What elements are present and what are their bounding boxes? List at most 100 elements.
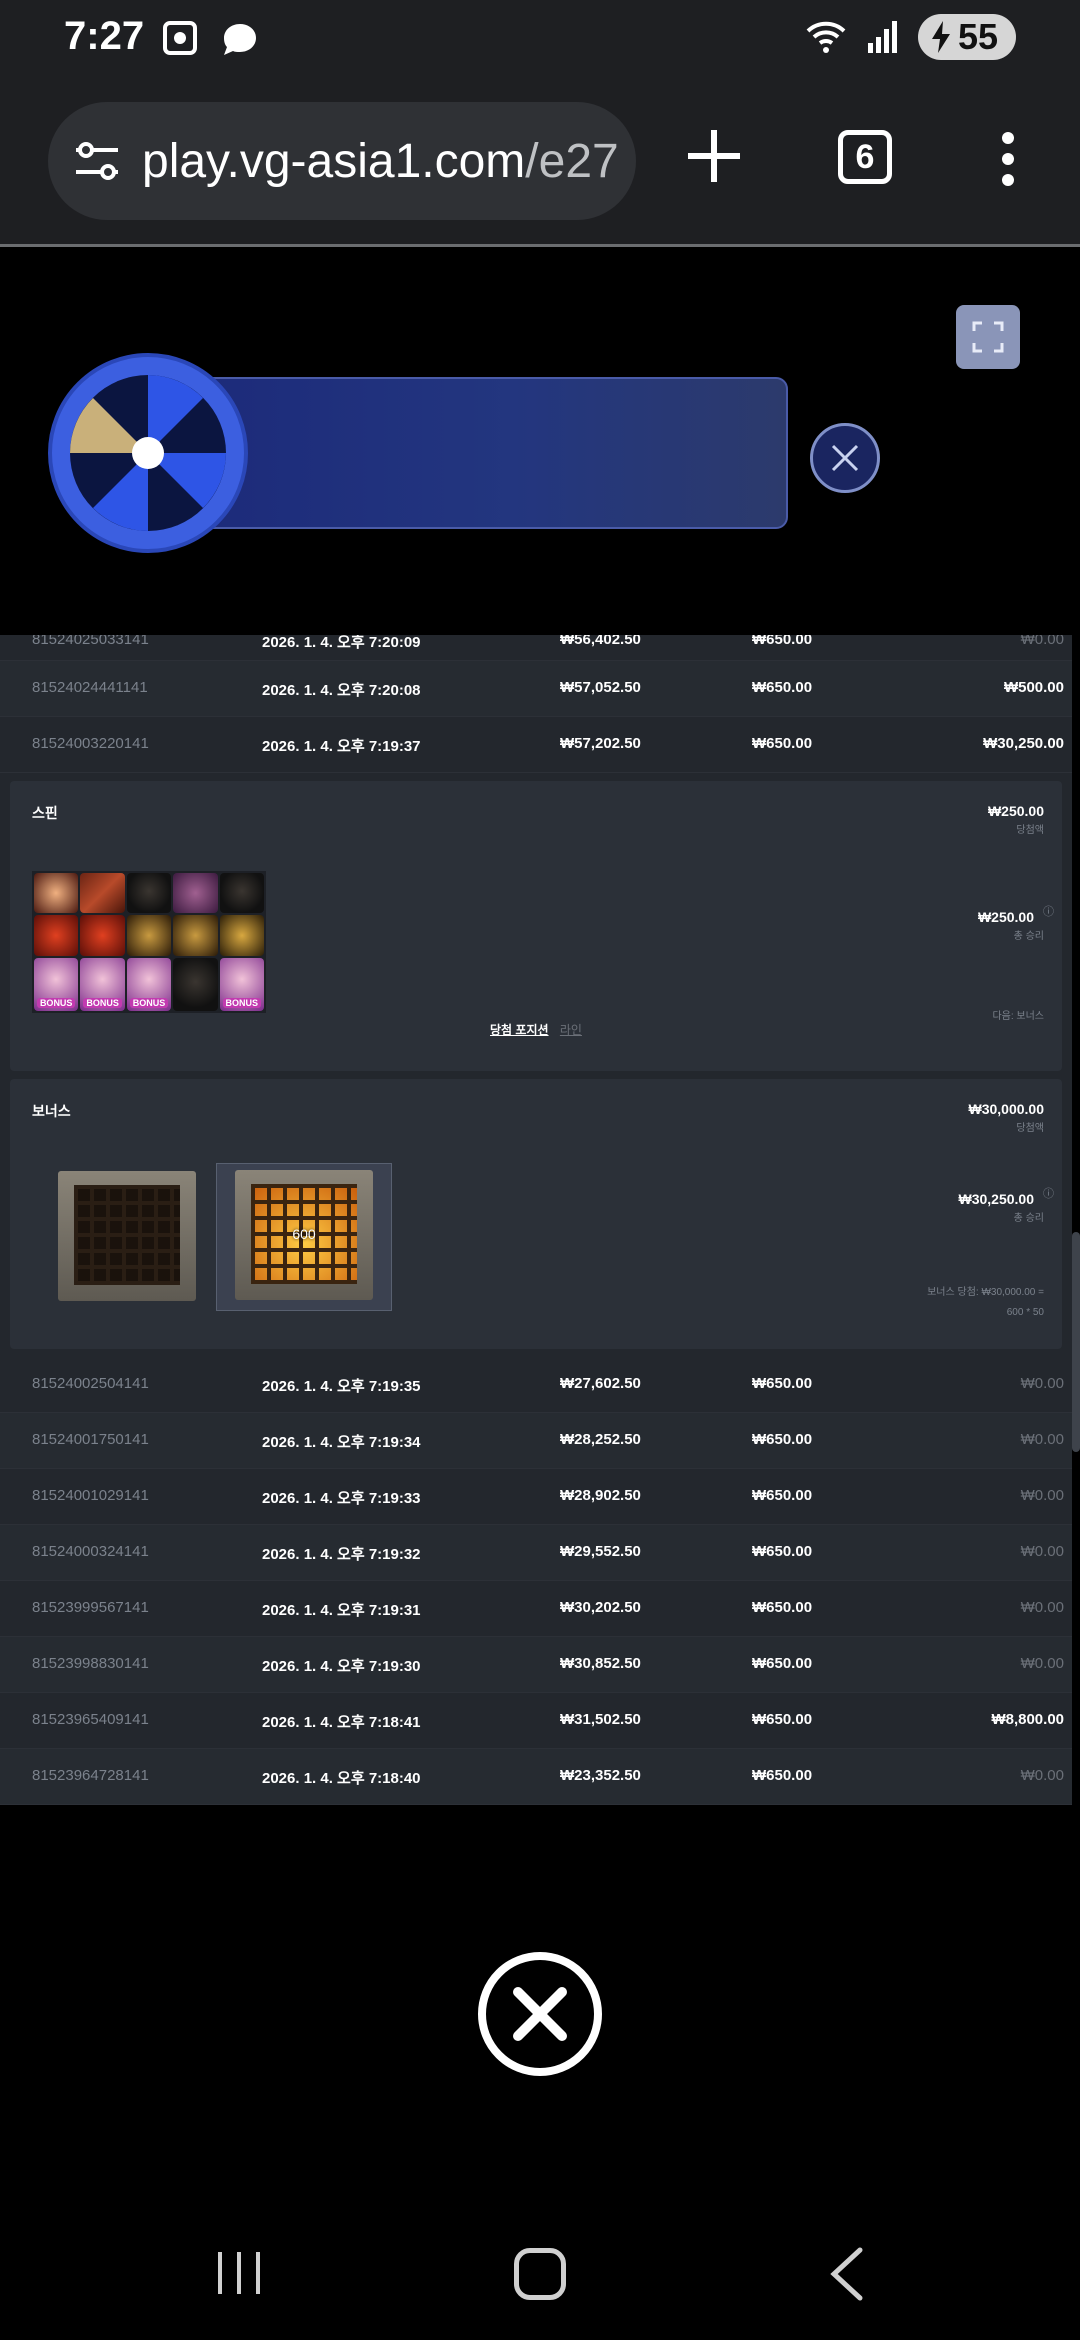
game-banner	[0, 247, 1080, 635]
more-menu-button[interactable]	[996, 132, 1020, 192]
round-bet: ₩650.00	[752, 1431, 813, 1448]
bonus-symbol-icon: BONUS	[219, 957, 264, 1011]
cat-symbol-icon	[126, 873, 172, 914]
bonus-door-selected: 600	[216, 1163, 392, 1311]
bonus-formula: 보너스 당첨: ₩30,000.00 = 600 * 50	[927, 1287, 1044, 1318]
table-row[interactable]: 81523998830141 2026. 1. 4. 오후 7:19:30 ₩30,…	[0, 1637, 1072, 1693]
table-row[interactable]: 81524002504141 2026. 1. 4. 오후 7:19:35 ₩27,…	[0, 1357, 1072, 1413]
bonus-symbol-icon: BONUS	[126, 957, 172, 1011]
home-icon[interactable]	[514, 2248, 566, 2300]
table-row[interactable]: 81524024441141 2026. 1. 4. 오후 7:20:08 ₩57,…	[0, 661, 1072, 717]
battery-charging-icon	[931, 21, 950, 53]
bonus-total-label: 총 승리	[1013, 1213, 1044, 1224]
round-bet: ₩650.00	[752, 635, 813, 648]
expand-icon[interactable]	[956, 305, 1020, 369]
screenshot-icon	[163, 21, 197, 55]
lines-link[interactable]: 라인	[560, 1023, 582, 1037]
back-icon[interactable]	[826, 2246, 866, 2302]
round-win: ₩0.00	[1020, 1599, 1064, 1616]
url-text: play.vg-asia1.com/e27	[142, 134, 619, 188]
scrollbar[interactable]	[1072, 1232, 1080, 1452]
spin-payout-label: 당첨액	[1016, 825, 1044, 836]
queen-symbol-icon	[34, 873, 79, 914]
table-row[interactable]: 81523964728141 2026. 1. 4. 오후 7:18:40 ₩23,…	[0, 1749, 1072, 1805]
bonus-payout: ₩30,000.00	[968, 1101, 1045, 1117]
round-date: 2026. 1. 4. 오후 7:20:08	[262, 682, 421, 699]
mask-symbol-icon	[34, 915, 79, 956]
recent-apps-icon[interactable]	[214, 2248, 264, 2298]
round-date: 2026. 1. 4. 오후 7:19:34	[262, 1434, 421, 1451]
round-id: 81524002504141	[32, 1375, 149, 1392]
round-date: 2026. 1. 4. 오후 7:20:09	[262, 635, 421, 651]
bonus-symbol-icon: BONUS	[80, 957, 125, 1011]
close-icon[interactable]	[476, 1950, 604, 2078]
table-row[interactable]: 81524001029141 2026. 1. 4. 오후 7:19:33 ₩28,…	[0, 1469, 1072, 1525]
bonus-label: BONUS	[83, 998, 122, 1008]
bonus-symbol-icon: BONUS	[34, 957, 79, 1011]
round-id: 81524003220141	[32, 735, 149, 752]
round-id: 81524025033141	[32, 635, 149, 648]
spin-title: 스핀	[32, 805, 58, 821]
new-tab-button[interactable]	[684, 126, 744, 186]
bonus-detail-panel: 보너스 ₩30,000.00 당첨액 ₩30,250.00 ⓘ 총 승리 600…	[10, 1079, 1062, 1349]
status-bar: 7:27 55	[0, 0, 1080, 80]
chat-icon	[224, 24, 256, 55]
round-id: 81524001029141	[32, 1487, 149, 1504]
cat-symbol-icon	[219, 873, 264, 914]
round-date: 2026. 1. 4. 오후 7:18:40	[262, 1770, 421, 1787]
round-win: ₩0.00	[1020, 1767, 1064, 1784]
bell-symbol-icon	[173, 915, 218, 956]
tab-switcher-button[interactable]: 6	[838, 130, 892, 184]
address-bar[interactable]: play.vg-asia1.com/e27	[48, 102, 636, 220]
battery-indicator: 55	[917, 14, 1016, 60]
round-balance: ₩29,552.50	[560, 1543, 641, 1560]
spin-detail-panel: 스핀 ₩250.00 당첨액 ₩250.00 ⓘ 총 승리 BONUS BONUS…	[10, 781, 1062, 1071]
wifi-icon	[806, 21, 846, 53]
round-id: 81523965409141	[32, 1711, 149, 1728]
round-id: 81523998830141	[32, 1655, 149, 1672]
book-symbol-icon	[80, 873, 125, 914]
winning-positions-link[interactable]: 당첨 포지션	[490, 1023, 549, 1037]
bonus-progress-bar	[180, 377, 788, 529]
clock: 7:27	[64, 14, 145, 58]
round-date: 2026. 1. 4. 오후 7:19:30	[262, 1658, 421, 1675]
round-balance: ₩30,852.50	[560, 1655, 641, 1672]
bonus-door-closed	[40, 1165, 214, 1311]
round-balance: ₩28,902.50	[560, 1487, 641, 1504]
table-row[interactable]: 81524000324141 2026. 1. 4. 오후 7:19:32 ₩29,…	[0, 1525, 1072, 1581]
round-win: ₩30,250.00	[983, 735, 1064, 752]
bonus-payout-label: 당첨액	[1016, 1123, 1044, 1134]
round-win: ₩0.00	[1020, 1543, 1064, 1560]
help-icon[interactable]: ⓘ	[1043, 1185, 1054, 1201]
battery-level: 55	[957, 16, 998, 57]
table-row[interactable]: 81523999567141 2026. 1. 4. 오후 7:19:31 ₩30,…	[0, 1581, 1072, 1637]
spin-total-win: ₩250.00	[977, 909, 1034, 925]
mask-symbol-icon	[80, 915, 125, 956]
bonus-wheel-icon	[48, 353, 248, 553]
round-balance: ₩31,502.50	[560, 1711, 641, 1728]
table-row[interactable]: 81524025033141 2026. 1. 4. 오후 7:20:09 ₩56,…	[0, 635, 1072, 661]
table-row[interactable]: 81524003220141 2026. 1. 4. 오후 7:19:37 ₩57,…	[0, 717, 1072, 773]
bonus-door-value: 600	[292, 1226, 316, 1242]
table-row[interactable]: 81524001750141 2026. 1. 4. 오후 7:19:34 ₩28,…	[0, 1413, 1072, 1469]
round-id: 81524024441141	[32, 679, 148, 696]
round-win: ₩8,800.00	[991, 1711, 1064, 1728]
help-icon[interactable]: ⓘ	[1043, 903, 1054, 919]
witch-symbol-icon	[173, 873, 218, 914]
spin-payout: ₩250.00	[987, 803, 1044, 819]
round-date: 2026. 1. 4. 오후 7:19:35	[262, 1378, 421, 1395]
round-id: 81524000324141	[32, 1543, 149, 1560]
round-date: 2026. 1. 4. 오후 7:19:37	[262, 738, 421, 755]
next-feature: 다음: 보너스	[992, 1011, 1044, 1022]
close-banner-button[interactable]	[810, 423, 880, 493]
round-balance: ₩27,602.50	[560, 1375, 641, 1392]
round-win: ₩0.00	[1020, 1375, 1064, 1392]
round-date: 2026. 1. 4. 오후 7:18:41	[262, 1714, 421, 1731]
site-settings-icon[interactable]	[72, 136, 122, 186]
bell-symbol-icon	[126, 915, 172, 956]
table-row[interactable]: 81523965409141 2026. 1. 4. 오후 7:18:41 ₩31,…	[0, 1693, 1072, 1749]
round-win: ₩0.00	[1020, 1655, 1064, 1672]
round-balance: ₩57,052.50	[560, 679, 641, 696]
round-bet: ₩650.00	[752, 1543, 813, 1560]
round-bet: ₩650.00	[752, 1655, 813, 1672]
